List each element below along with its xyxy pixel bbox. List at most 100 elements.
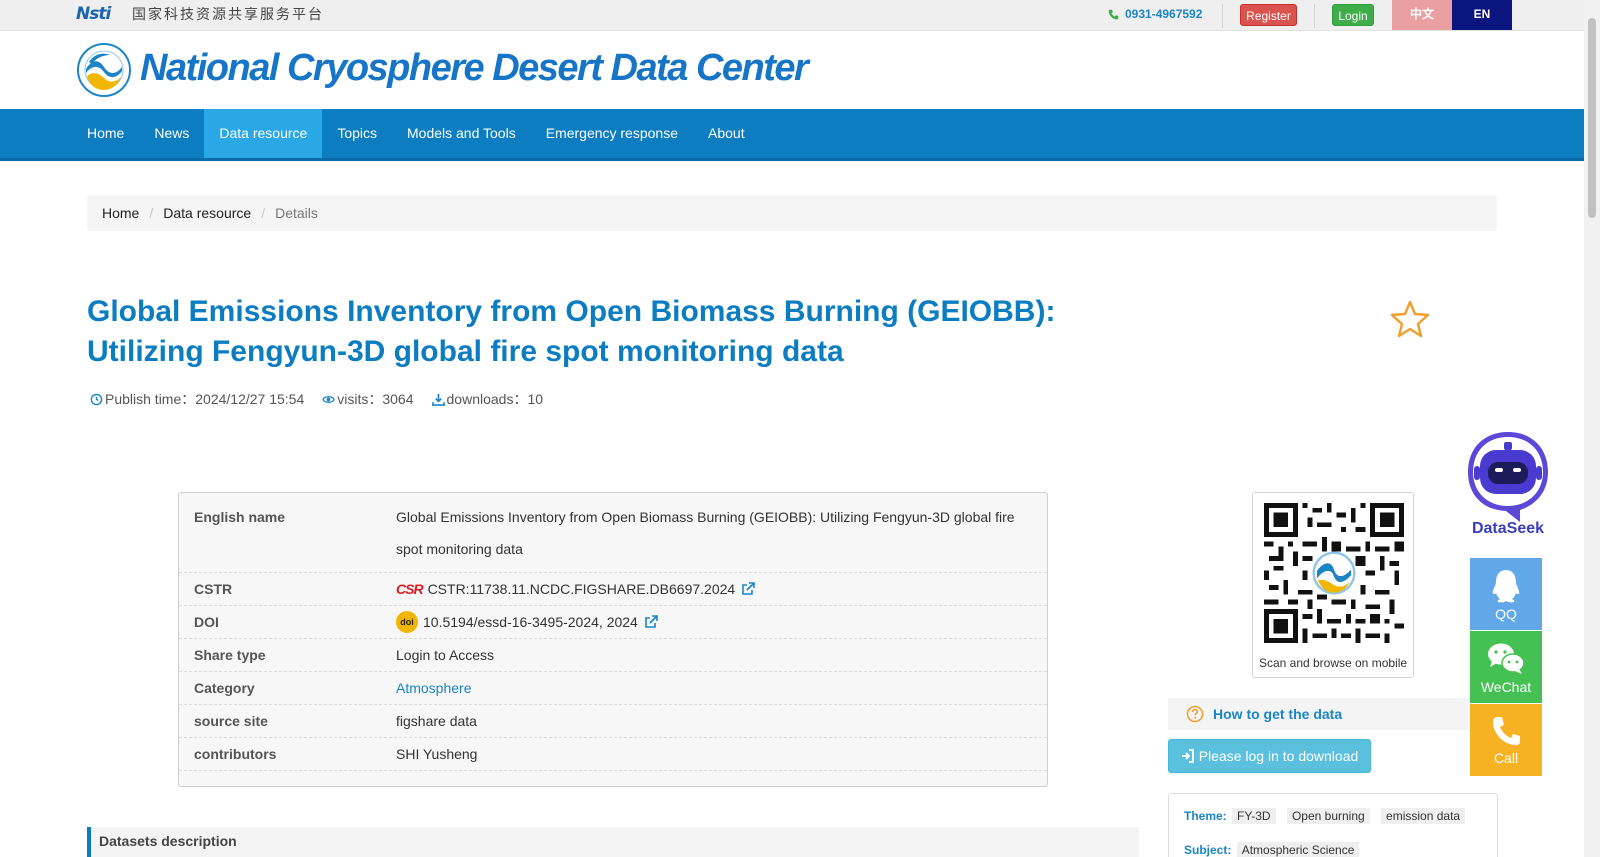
nav-item-data-resource[interactable]: Data resource — [204, 109, 323, 158]
theme-label: Theme: — [1184, 809, 1227, 823]
external-link-icon[interactable] — [741, 582, 755, 596]
info-row-source-site: source site figshare data — [179, 705, 1047, 738]
phone-number: 0931-4967592 — [1125, 7, 1203, 21]
nav-item-emergency-response[interactable]: Emergency response — [531, 109, 693, 158]
info-row-share-type: Share type Login to Access — [179, 639, 1047, 672]
info-row-category: Category Atmosphere — [179, 672, 1047, 705]
nav-item-models-and-tools[interactable]: Models and Tools — [392, 109, 531, 158]
contributors-value: SHI Yusheng — [396, 745, 478, 762]
info-key: CSTR — [194, 581, 233, 597]
page-scrollbar[interactable] — [1584, 0, 1600, 857]
top-bar: Nsti 国家科技资源共享服务平台 0931-4967592 Register … — [0, 0, 1584, 31]
breadcrumb-home[interactable]: Home — [102, 205, 139, 221]
theme-tag[interactable]: FY-3D — [1232, 808, 1276, 824]
category-link[interactable]: Atmosphere — [396, 672, 471, 705]
sign-in-icon — [1181, 749, 1194, 763]
qr-caption: Scan and browse on mobile — [1258, 656, 1408, 670]
theme-tag[interactable]: Open burning — [1286, 808, 1370, 824]
nsti-logo[interactable]: Nsti 国家科技资源共享服务平台 — [76, 4, 324, 24]
share-type-value: Login to Access — [396, 646, 495, 663]
qr-code-panel: Scan and browse on mobile — [1252, 492, 1414, 678]
wechat-contact-button[interactable]: WeChat — [1470, 631, 1542, 703]
question-circle-icon — [1186, 705, 1204, 723]
language-chinese-button[interactable]: 中文 — [1392, 0, 1452, 30]
qq-contact-button[interactable]: QQ — [1470, 558, 1542, 630]
site-emblem-icon[interactable] — [77, 43, 131, 97]
info-row-cstr: CSTR CSR CSTR:11738.11.NCDC.FIGSHARE.DB6… — [179, 573, 1047, 606]
datasets-description-heading: Datasets description — [87, 827, 1139, 857]
how-to-get-data[interactable]: How to get the data — [1168, 698, 1468, 730]
info-key: Category — [194, 680, 255, 696]
visits: visits：3064 — [322, 389, 414, 409]
nav-item-news[interactable]: News — [139, 109, 204, 158]
nsti-logo-mark: Nsti — [76, 4, 111, 24]
nav-item-topics[interactable]: Topics — [322, 109, 392, 158]
divider — [1314, 4, 1315, 28]
login-button[interactable]: Login — [1332, 4, 1374, 26]
info-key: English name — [194, 509, 286, 525]
phone-icon — [1108, 9, 1119, 19]
doi-value[interactable]: 10.5194/essd-16-3495-2024, 2024 — [423, 606, 638, 639]
cstr-logo-icon: CSR — [396, 580, 424, 597]
page-title: Global Emissions Inventory from Open Bio… — [87, 295, 1056, 368]
theme-subject-panel: Theme: FY-3D Open burning emission data … — [1168, 793, 1498, 857]
theme-tag[interactable]: emission data — [1381, 808, 1466, 824]
breadcrumb-current: Details — [275, 205, 318, 221]
info-row-english-name: English name Global Emissions Inventory … — [179, 493, 1047, 573]
nav-item-about[interactable]: About — [693, 109, 760, 158]
publish-time-text: Publish time：2024/12/27 15:54 — [105, 391, 305, 407]
site-title[interactable]: National Cryosphere Desert Data Center — [140, 47, 809, 90]
breadcrumb-separator: / — [261, 205, 266, 221]
breadcrumb: Home / Data resource / Details — [87, 195, 1497, 231]
info-key: contributors — [194, 746, 277, 762]
cstr-value[interactable]: CSTR:11738.11.NCDC.FIGSHARE.DB6697.2024 — [428, 573, 736, 606]
wechat-icon — [1488, 643, 1525, 674]
info-key: DOI — [194, 614, 219, 630]
info-key: Share type — [194, 647, 266, 663]
nav-item-home[interactable]: Home — [72, 109, 139, 158]
nsti-logo-text: 国家科技资源共享服务平台 — [132, 6, 324, 22]
robot-icon — [1468, 432, 1548, 522]
source-site-value: figshare data — [396, 712, 477, 729]
how-to-get-data-label[interactable]: How to get the data — [1213, 706, 1342, 722]
site-header: National Cryosphere Desert Data Center — [0, 31, 1584, 109]
login-to-download-label: Please log in to download — [1198, 748, 1359, 764]
qq-icon — [1492, 570, 1520, 603]
phone-icon — [1493, 717, 1520, 745]
doi-logo-icon: doi — [396, 611, 418, 633]
subject-tag[interactable]: Atmospheric Science — [1236, 842, 1360, 857]
info-key: source site — [194, 713, 268, 729]
scrollbar-thumb[interactable] — [1588, 18, 1596, 218]
dataseek-label: DataSeek — [1471, 520, 1545, 537]
info-row-doi: DOI doi 10.5194/essd-16-3495-2024, 2024 — [179, 606, 1047, 639]
visits-text: visits：3064 — [337, 391, 414, 407]
downloads-text: downloads：10 — [446, 391, 544, 407]
wechat-label: WeChat — [1480, 679, 1532, 695]
main-nav: Home News Data resource Topics Models an… — [0, 109, 1584, 161]
external-link-icon[interactable] — [644, 615, 658, 629]
info-row-contributors: contributors SHI Yusheng — [179, 738, 1047, 771]
downloads: downloads：10 — [431, 389, 544, 409]
english-name-value: Global Emissions Inventory from Open Bio… — [396, 509, 1015, 557]
download-icon — [431, 393, 445, 406]
phone-contact: 0931-4967592 — [1108, 7, 1202, 21]
breadcrumb-data-resource[interactable]: Data resource — [163, 205, 251, 221]
call-contact-button[interactable]: Call — [1470, 704, 1542, 776]
login-to-download-button[interactable]: Please log in to download — [1168, 739, 1371, 773]
call-label: Call — [1493, 750, 1519, 766]
language-english-button[interactable]: EN — [1452, 0, 1512, 30]
theme-line: Theme: FY-3D Open burning emission data — [1184, 808, 1497, 824]
dataset-meta: Publish time：2024/12/27 15:54 visits：306… — [90, 389, 561, 409]
subject-label: Subject: — [1184, 843, 1232, 857]
register-button[interactable]: Register — [1240, 4, 1297, 26]
dataset-info-table: English name Global Emissions Inventory … — [178, 492, 1048, 787]
qr-code-image — [1264, 503, 1404, 643]
clock-icon — [90, 393, 103, 405]
dataseek-assistant[interactable]: DataSeek — [1460, 428, 1556, 540]
divider — [1222, 4, 1223, 28]
qq-label: QQ — [1495, 606, 1517, 622]
publish-time: Publish time：2024/12/27 15:54 — [90, 389, 304, 409]
breadcrumb-separator: / — [149, 205, 154, 221]
subject-line: Subject: Atmospheric Science — [1184, 842, 1497, 857]
favorite-star-icon[interactable] — [1390, 300, 1430, 338]
